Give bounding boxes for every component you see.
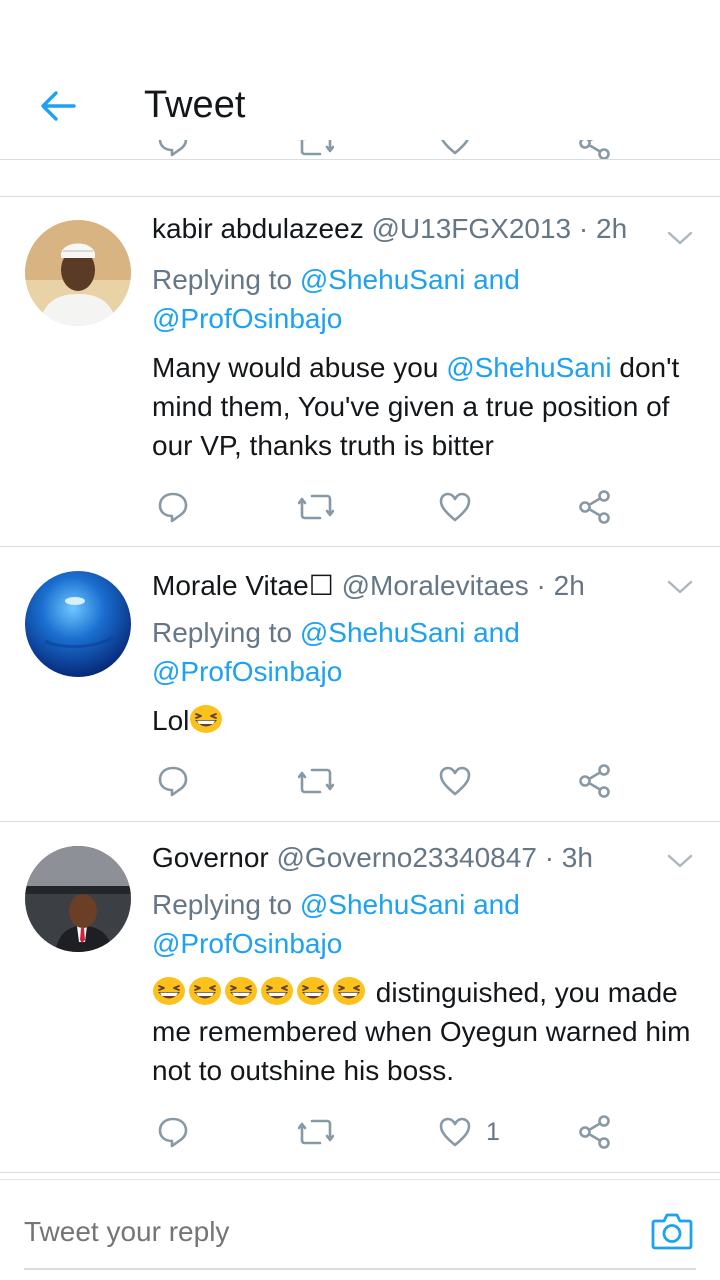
grinning-squinting-face-emoji [297,977,329,1005]
mention-link[interactable]: @ProfOsinbajo [152,656,342,687]
chevron-down-icon[interactable] [666,578,694,596]
tweet-text: distinguished, you made me remembered wh… [152,977,691,1086]
share-icon [579,764,610,798]
grinning-squinting-face-emoji [189,977,221,1005]
mention-link[interactable]: @ShehuSani and [300,264,520,295]
retweet-button[interactable] [298,761,334,801]
reply-icon[interactable] [156,140,190,158]
grinning-squinting-face-emoji [190,705,223,733]
author-name[interactable]: Morale Vitae☐ [152,570,334,601]
grinning-squinting-face-emoji [225,977,257,1005]
chevron-down-icon[interactable] [666,229,694,247]
back-button[interactable] [36,84,80,128]
retweet-button[interactable] [298,1112,334,1152]
like-count: 1 [486,1117,500,1146]
author-name[interactable]: Governor [152,842,269,873]
tweet-header: Governor @Governo23340847 · 3h [152,842,700,882]
share-button[interactable] [578,1112,612,1152]
heart-icon [439,492,471,522]
heart-icon[interactable] [438,140,472,156]
author-handle[interactable]: @Governo23340847 [277,842,537,873]
separator-dot: · [544,842,555,873]
camera-icon [651,1213,693,1250]
reply-button[interactable] [156,1112,190,1152]
share-icon [579,490,610,524]
reply-input[interactable] [24,1212,624,1252]
author-name[interactable]: kabir abdulazeez [152,213,364,244]
replying-to: Replying to @ShehuSani and @ProfOsinbajo [152,889,520,959]
timestamp: 3h [561,842,593,873]
grinning-squinting-face-emoji [333,977,365,1005]
heart-icon [439,1117,471,1147]
tweet-header: Morale Vitae☐ @Moralevitaes · 2h [152,569,700,609]
tweet-actions [0,761,720,801]
tweet-item[interactable]: Morale Vitae☐ @Moralevitaes · 2h Replyin… [0,547,720,822]
heart-icon [439,766,471,796]
retweet-icon [298,768,334,794]
avatar[interactable] [25,846,131,952]
separator-dot: · [578,213,589,244]
chevron-down-icon[interactable] [666,852,694,870]
like-button[interactable] [438,761,472,801]
replying-to: Replying to @ShehuSani and @ProfOsinbajo [152,264,520,334]
arrow-left-icon [41,91,76,121]
retweet-icon [298,1119,334,1145]
tweet-header: kabir abdulazeez @U13FGX2013 · 2h [152,213,700,253]
timestamp: 2h [596,213,628,244]
tweet-item[interactable]: Governor @Governo23340847 · 3h Replying … [0,822,720,1172]
grinning-squinting-face-emoji [153,977,185,1005]
share-button[interactable] [578,487,612,527]
tweet-actions [0,487,720,527]
camera-button[interactable] [650,1210,694,1252]
mention-link[interactable]: @ProfOsinbajo [152,928,342,959]
reply-icon [158,492,188,523]
mention-link[interactable]: @ShehuSani and [300,889,520,920]
like-button[interactable] [438,487,472,527]
share-icon[interactable] [578,140,612,160]
tweet-actions: 1 [0,1112,720,1152]
share-icon [579,1115,610,1149]
author-handle[interactable]: @Moralevitaes [342,570,529,601]
top-bar: Tweet [0,0,720,160]
mention-link[interactable]: @ShehuSani [446,352,611,383]
retweet-button[interactable] [298,487,334,527]
mention-link[interactable]: @ProfOsinbajo [152,303,342,334]
tweet-divider [0,1172,720,1173]
reply-button[interactable] [156,487,190,527]
reply-icon [158,766,188,797]
retweet-icon [298,494,334,520]
replying-to: Replying to @ShehuSani and @ProfOsinbajo [152,617,520,687]
share-button[interactable] [578,761,612,801]
author-handle[interactable]: @U13FGX2013 [371,213,571,244]
tweet-text: Lol [152,701,704,740]
reply-input-underline [24,1268,696,1270]
tweet-text: Many would abuse you @ShehuSani don't mi… [152,352,680,461]
avatar[interactable] [25,571,131,677]
page-title: Tweet [144,84,246,126]
avatar[interactable] [25,220,131,326]
grinning-squinting-face-emoji [261,977,293,1005]
reply-icon [158,1117,188,1148]
timestamp: 2h [553,570,585,601]
tweet-item[interactable]: kabir abdulazeez @U13FGX2013 · 2h Replyi… [0,197,720,547]
separator-dot: · [536,570,546,601]
mention-link[interactable]: @ShehuSani and [300,617,520,648]
header-divider [0,159,720,160]
retweet-icon[interactable] [298,140,334,160]
reply-button[interactable] [156,761,190,801]
like-button[interactable]: 1 [438,1112,500,1152]
previous-tweet-actions [0,140,720,170]
